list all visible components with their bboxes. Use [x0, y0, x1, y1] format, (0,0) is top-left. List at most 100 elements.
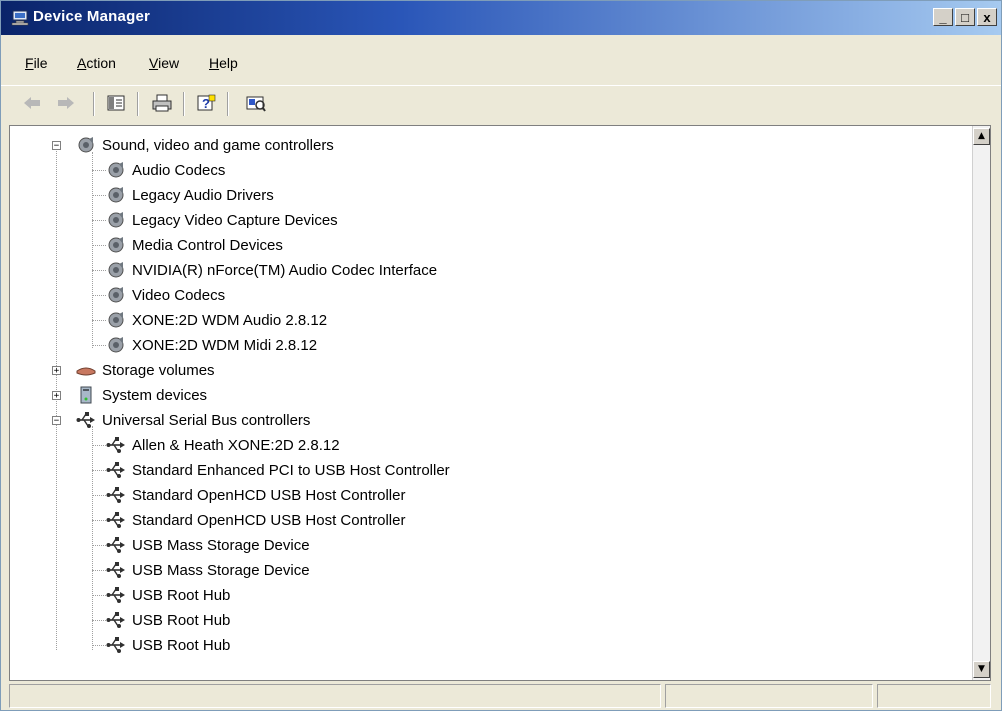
tree-node-label: Standard OpenHCD USB Host Controller: [132, 486, 406, 504]
tree-node-label: Legacy Audio Drivers: [132, 186, 274, 204]
title-bar[interactable]: Device Manager _ □ x: [1, 1, 1001, 35]
tree-node-usb-controllers[interactable]: Universal Serial Bus controllers: [76, 409, 310, 431]
sound-device-icon: [106, 336, 126, 354]
tree-node-label: Sound, video and game controllers: [102, 136, 334, 154]
minimize-button[interactable]: _: [933, 8, 953, 26]
expander-usb[interactable]: −: [52, 416, 61, 426]
tree-connector: [92, 470, 106, 471]
expander-system[interactable]: +: [52, 391, 61, 401]
tree-node-device[interactable]: XONE:2D WDM Audio 2.8.12: [106, 309, 327, 331]
tree-node-device[interactable]: USB Mass Storage Device: [106, 559, 310, 581]
tree-node-label: Allen & Heath XONE:2D 2.8.12: [132, 436, 340, 454]
tree-node-storage-volumes[interactable]: Storage volumes: [76, 359, 215, 381]
tree-connector: [92, 345, 106, 346]
usb-icon: [106, 511, 126, 529]
toolbar-separator: [137, 92, 139, 116]
window-title: Device Manager: [33, 8, 151, 25]
menu-file-rest: ile: [33, 55, 48, 71]
usb-icon: [106, 536, 126, 554]
tree-node-device[interactable]: Media Control Devices: [106, 234, 283, 256]
properties-icon[interactable]: [245, 92, 267, 114]
vertical-scrollbar[interactable]: ▲ ▼: [972, 126, 990, 680]
tree-node-device[interactable]: Video Codecs: [106, 284, 225, 306]
tree-node-device[interactable]: Audio Codecs: [106, 159, 225, 181]
tree-node-device[interactable]: Standard Enhanced PCI to USB Host Contro…: [106, 459, 450, 481]
tree-connector: [92, 426, 93, 650]
tree-node-label: Standard OpenHCD USB Host Controller: [132, 511, 406, 529]
close-button[interactable]: x: [977, 8, 997, 26]
tree-node-device[interactable]: NVIDIA(R) nForce(TM) Audio Codec Interfa…: [106, 259, 437, 281]
tree-node-label: Storage volumes: [102, 361, 215, 379]
tree-node-system-devices[interactable]: System devices: [76, 384, 207, 406]
back-arrow-icon[interactable]: [21, 92, 43, 114]
menu-bar: File Action View Help: [1, 51, 1001, 75]
tree-connector: [92, 595, 106, 596]
tree-node-device[interactable]: Legacy Audio Drivers: [106, 184, 274, 206]
tree-node-label: USB Root Hub: [132, 586, 231, 604]
tree-node-label: Video Codecs: [132, 286, 226, 304]
tree-connector: [92, 545, 106, 546]
status-bar: [9, 684, 991, 710]
menu-view[interactable]: View: [149, 55, 179, 71]
tree-node-label: Standard Enhanced PCI to USB Host Contro…: [132, 461, 450, 479]
toolbar-separator: [227, 92, 229, 116]
menu-view-accel: V: [149, 55, 159, 71]
tree-node-label: NVIDIA(R) nForce(TM) Audio Codec Interfa…: [132, 261, 438, 279]
tree-connector: [92, 320, 106, 321]
usb-icon: [106, 436, 126, 454]
scroll-up-button[interactable]: ▲: [973, 128, 990, 145]
sound-device-icon: [106, 311, 126, 329]
status-cell: [9, 684, 661, 708]
toolbar-separator: [183, 92, 185, 116]
tree-node-device[interactable]: USB Mass Storage Device: [106, 534, 310, 556]
tree-connector: [92, 520, 106, 521]
system-device-icon: [76, 386, 96, 404]
forward-arrow-icon[interactable]: [55, 92, 77, 114]
status-cell: [665, 684, 873, 708]
menu-action[interactable]: Action: [77, 55, 116, 71]
tree-node-device[interactable]: Standard OpenHCD USB Host Controller: [106, 484, 405, 506]
tree-connector: [92, 645, 106, 646]
tree-connector: [92, 620, 106, 621]
sound-device-icon: [106, 236, 126, 254]
tree-node-device[interactable]: USB Root Hub: [106, 634, 230, 656]
expander-sound[interactable]: −: [52, 141, 61, 151]
help-icon[interactable]: ?: [195, 92, 217, 114]
tree-node-device[interactable]: XONE:2D WDM Midi 2.8.12: [106, 334, 317, 356]
print-icon[interactable]: [151, 92, 173, 114]
tree-node-sound-video-game[interactable]: Sound, video and game controllers: [76, 134, 334, 156]
device-manager-icon: [11, 10, 29, 26]
sound-device-icon: [106, 186, 126, 204]
device-manager-window: Device Manager _ □ x File Action View He…: [0, 0, 1002, 711]
tree-connector: [92, 195, 106, 196]
tree-connector: [92, 245, 106, 246]
expander-storage[interactable]: +: [52, 366, 61, 376]
tree-node-label: USB Root Hub: [132, 636, 231, 654]
sound-device-icon: [106, 161, 126, 179]
storage-volume-icon: [76, 361, 96, 379]
menu-help-accel: H: [209, 55, 220, 71]
usb-icon: [106, 461, 126, 479]
tree-node-device[interactable]: USB Root Hub: [106, 584, 230, 606]
device-tree[interactable]: − Sound, video and game controllers Audi…: [9, 125, 991, 681]
toolbar-separator: [93, 92, 95, 116]
usb-icon: [106, 486, 126, 504]
menu-file[interactable]: File: [25, 55, 48, 71]
menu-file-accel: F: [25, 55, 34, 71]
menu-help-rest: elp: [219, 55, 238, 71]
menu-help[interactable]: Help: [209, 55, 238, 71]
tree-node-device[interactable]: Standard OpenHCD USB Host Controller: [106, 509, 405, 531]
toolbar: ?: [1, 85, 1001, 124]
tree-node-device[interactable]: Legacy Video Capture Devices: [106, 209, 338, 231]
usb-icon: [106, 561, 126, 579]
tree-node-label: USB Root Hub: [132, 611, 231, 629]
maximize-button[interactable]: □: [955, 8, 975, 26]
show-hide-console-tree-icon[interactable]: [105, 92, 127, 114]
tree-connector: [92, 295, 106, 296]
scroll-down-button[interactable]: ▼: [973, 661, 990, 678]
tree-connector: [92, 220, 106, 221]
tree-node-device[interactable]: USB Root Hub: [106, 609, 230, 631]
sound-device-icon: [106, 211, 126, 229]
tree-connector: [92, 495, 106, 496]
tree-node-device[interactable]: Allen & Heath XONE:2D 2.8.12: [106, 434, 340, 456]
